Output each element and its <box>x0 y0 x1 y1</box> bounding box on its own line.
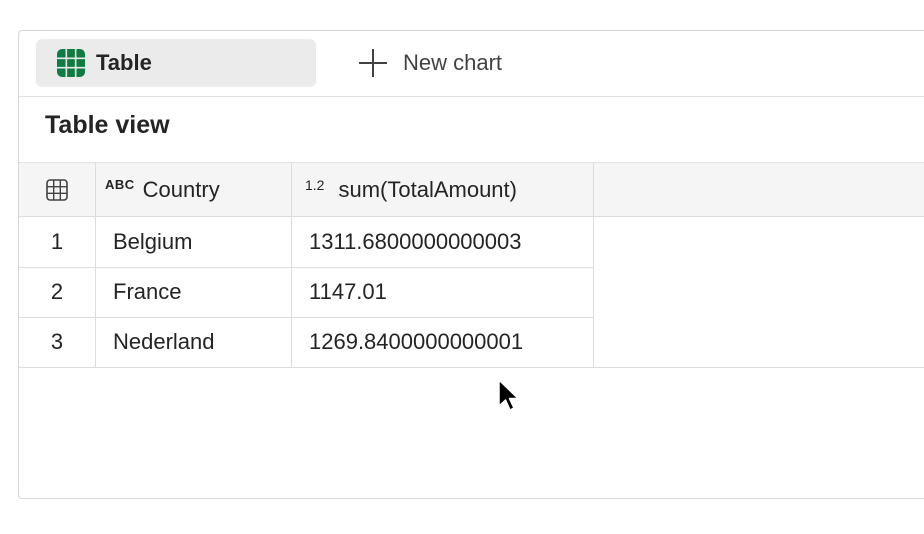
table-grid-icon <box>57 49 85 77</box>
country-cell[interactable]: Nederland <box>113 317 293 367</box>
column-divider <box>291 163 292 368</box>
column-header-label: Country <box>142 176 220 202</box>
tab-table[interactable]: Table <box>36 39 316 87</box>
table-header-row: ABC Country 1.2 sum(TotalAmount) <box>19 163 924 217</box>
tab-table-label: Table <box>96 50 152 75</box>
amount-cell[interactable]: 1269.8400000000001 <box>309 317 589 367</box>
row-index: 3 <box>50 329 64 354</box>
column-header-amount[interactable]: 1.2 sum(TotalAmount) <box>305 163 591 216</box>
text-type-badge: ABC <box>105 177 135 192</box>
column-divider <box>95 163 96 368</box>
column-header-country[interactable]: ABC Country <box>105 163 291 216</box>
visual-panel: Table New chart Table view ABC Country 1… <box>18 30 924 499</box>
new-chart-button[interactable]: New chart <box>357 39 502 87</box>
tab-bar: Table New chart <box>19 31 924 97</box>
new-chart-label: New chart <box>403 50 503 75</box>
table-row[interactable]: 1 Belgium 1311.6800000000003 <box>19 217 593 268</box>
amount-cell[interactable]: 1311.6800000000003 <box>309 217 589 267</box>
number-type-badge: 1.2 <box>305 176 325 193</box>
row-header-corner[interactable] <box>19 163 95 216</box>
column-header-label: sum(TotalAmount) <box>338 176 517 202</box>
row-index: 1 <box>50 229 64 254</box>
view-title: Table view <box>45 111 170 139</box>
amount-cell[interactable]: 1147.01 <box>309 267 589 317</box>
mouse-cursor-icon <box>498 379 519 411</box>
country-cell[interactable]: France <box>113 267 293 317</box>
country-cell[interactable]: Belgium <box>113 217 293 267</box>
table-row[interactable]: 2 France 1147.01 <box>19 267 593 318</box>
plus-icon <box>359 49 387 77</box>
table-row[interactable]: 3 Nederland 1269.8400000000001 <box>19 317 924 368</box>
row-index: 2 <box>50 279 64 304</box>
grid-icon <box>46 178 68 201</box>
column-divider <box>593 163 594 368</box>
